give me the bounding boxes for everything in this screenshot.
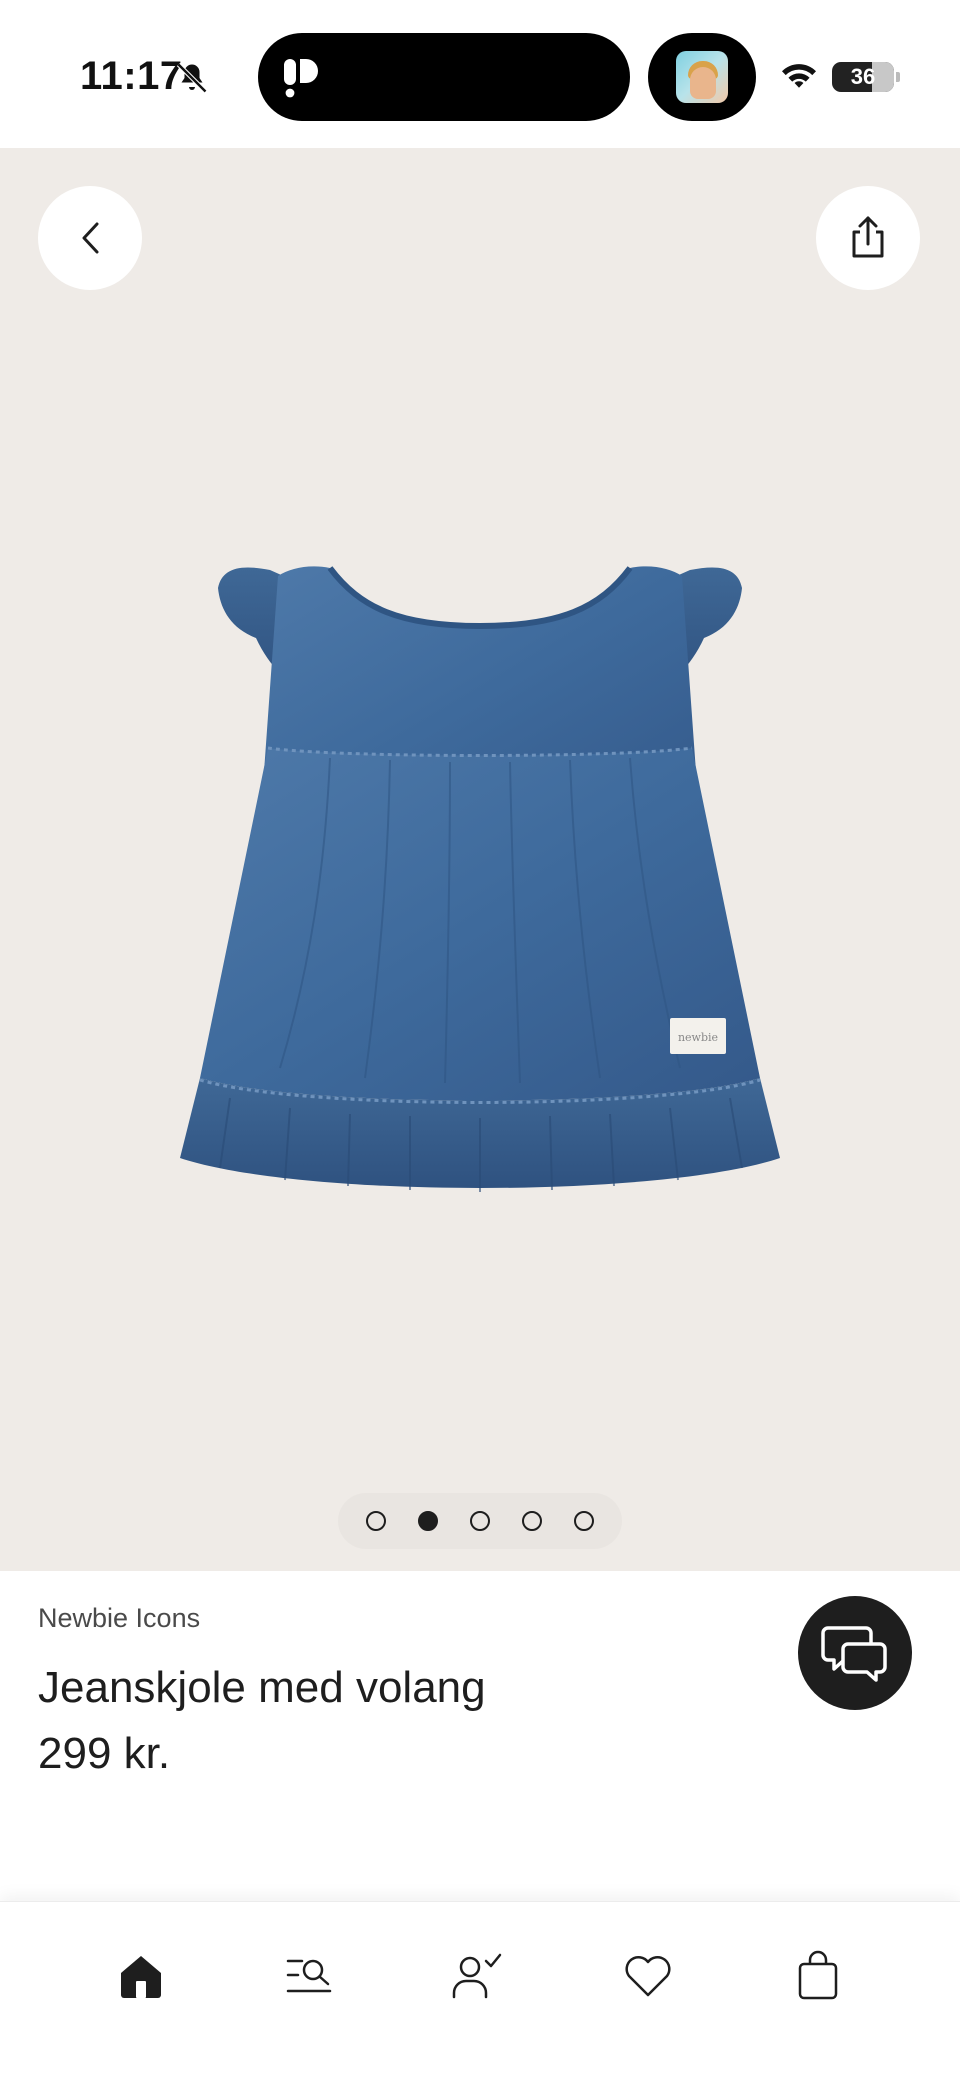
battery-nub <box>896 72 900 82</box>
chat-icon <box>821 1626 887 1682</box>
tab-favorites[interactable] <box>608 1936 688 2016</box>
product-info: Newbie Icons Jeanskjole med volang 299 k… <box>0 1571 960 1901</box>
battery-level: 36 <box>850 64 876 89</box>
back-button[interactable] <box>38 186 142 290</box>
status-bar: 11:17 36 <box>0 0 960 148</box>
wifi-icon <box>782 64 816 88</box>
share-icon <box>852 216 884 258</box>
battery-icon: 36 <box>832 62 894 92</box>
carousel-dot[interactable] <box>418 1511 438 1531</box>
product-image-carousel[interactable]: newbie <box>0 148 960 1571</box>
tab-bag[interactable] <box>778 1936 858 2016</box>
tab-search[interactable] <box>269 1936 349 2016</box>
carousel-indicator[interactable] <box>338 1493 622 1549</box>
chevron-left-icon <box>82 222 99 254</box>
bottom-tab-bar <box>0 1901 960 2087</box>
chat-button[interactable] <box>798 1596 912 1710</box>
product-price: 299 kr. <box>38 1729 171 1778</box>
carousel-dot[interactable] <box>470 1511 490 1531</box>
tab-account[interactable] <box>437 1936 517 2016</box>
bell-off-icon <box>176 62 208 94</box>
dynamic-island[interactable] <box>258 33 630 121</box>
home-icon <box>121 1956 161 1998</box>
heart-icon <box>625 1955 671 1997</box>
bag-icon <box>798 1950 838 2000</box>
product-brand[interactable]: Newbie Icons <box>38 1603 200 1634</box>
status-time: 11:17 <box>80 54 183 98</box>
now-playing-island[interactable] <box>648 33 756 121</box>
product-title: Jeanskjole med volang <box>38 1663 486 1712</box>
account-icon <box>452 1953 502 1999</box>
podcast-artwork-icon <box>676 51 728 103</box>
garment-label: newbie <box>678 1031 718 1044</box>
carousel-dot[interactable] <box>574 1511 594 1531</box>
share-button[interactable] <box>816 186 920 290</box>
search-list-icon <box>286 1959 332 1993</box>
carousel-dot[interactable] <box>366 1511 386 1531</box>
tab-home[interactable] <box>101 1936 181 2016</box>
product-image-denim-dress: newbie <box>180 566 780 1192</box>
app-activity-icon <box>284 59 318 98</box>
carousel-dot[interactable] <box>522 1511 542 1531</box>
